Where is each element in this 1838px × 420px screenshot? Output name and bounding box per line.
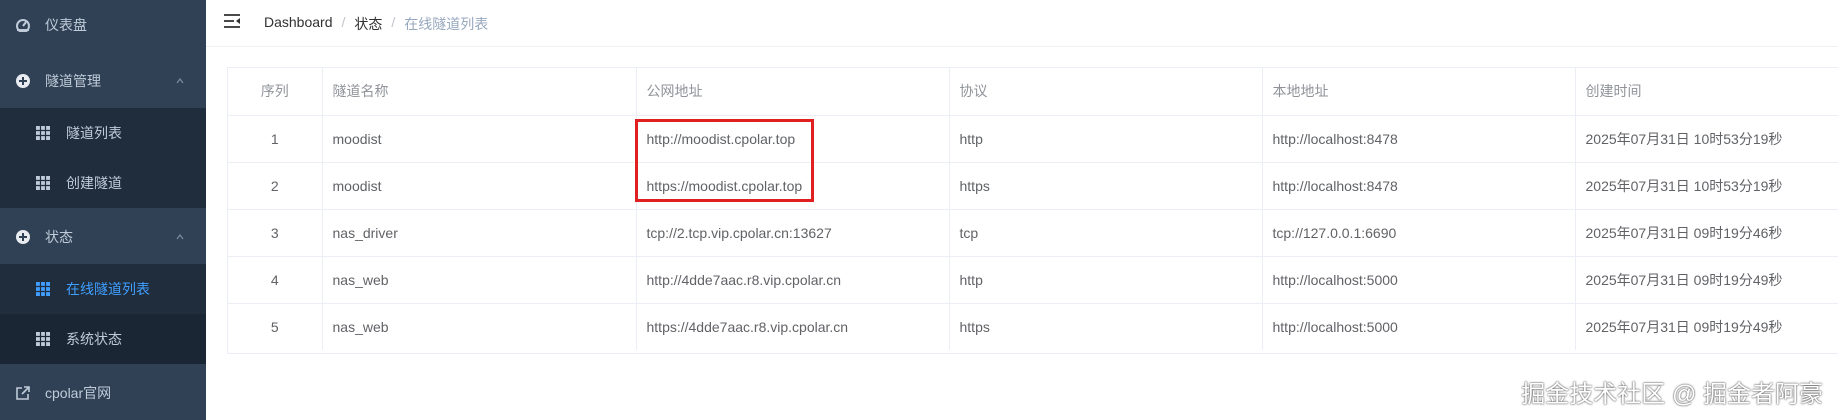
sidebar-item-create-tunnel[interactable]: 创建隧道 xyxy=(0,158,206,208)
cell-local-address: tcp://127.0.0.1:6690 xyxy=(1262,209,1576,257)
sidebar-item-system-status[interactable]: 系统状态 xyxy=(0,314,206,364)
cell-local-address: http://localhost:5000 xyxy=(1262,303,1576,350)
menu-fold-icon[interactable] xyxy=(223,13,241,29)
cell-created-time: 2025年07月31日 09时19分46秒 xyxy=(1575,209,1838,257)
cell-name: nas_driver xyxy=(322,209,637,257)
col-header-index: 序列 xyxy=(228,68,323,116)
cell-local-address: http://localhost:8478 xyxy=(1262,115,1576,163)
sidebar-item-label: 隧道列表 xyxy=(66,125,122,141)
sidebar-item-label: cpolar官网 xyxy=(45,385,112,401)
breadcrumb-separator: / xyxy=(341,14,346,30)
plus-circle-icon xyxy=(16,74,30,88)
cell-index: 4 xyxy=(228,256,323,304)
cell-index: 1 xyxy=(228,115,323,163)
sidebar-item-label: 仪表盘 xyxy=(45,17,87,33)
sidebar-item-label: 隧道管理 xyxy=(45,73,101,89)
cell-protocol: tcp xyxy=(949,209,1263,257)
chevron-up-icon xyxy=(176,78,184,84)
sidebar-item-tunnel-management[interactable]: 隧道管理 xyxy=(0,56,206,106)
sidebar-item-cpolar-website[interactable]: cpolar官网 xyxy=(0,368,206,418)
col-header-protocol: 协议 xyxy=(949,68,1263,116)
cell-created-time: 2025年07月31日 09时19分49秒 xyxy=(1575,256,1838,304)
watermark: 掘金技术社区 @ 掘金者阿豪 xyxy=(1521,381,1823,408)
cell-protocol: http xyxy=(949,256,1263,304)
plus-circle-icon xyxy=(16,230,30,244)
table-row: 5 nas_web https://4dde7aac.r8.vip.cpolar… xyxy=(228,303,1838,350)
cell-protocol: https xyxy=(949,162,1263,210)
sidebar-item-tunnel-list[interactable]: 隧道列表 xyxy=(0,108,206,158)
sidebar-item-status[interactable]: 状态 xyxy=(0,212,206,262)
cell-local-address: http://localhost:8478 xyxy=(1262,162,1576,210)
grid-icon xyxy=(36,332,50,346)
top-navbar: Dashboard / 状态 / 在线隧道列表 xyxy=(206,0,1838,47)
cell-protocol: https xyxy=(949,303,1263,350)
grid-icon xyxy=(36,282,50,296)
breadcrumb: Dashboard / 状态 / 在线隧道列表 xyxy=(264,14,488,34)
breadcrumb-current: 在线隧道列表 xyxy=(404,16,489,32)
sidebar-item-label: 创建隧道 xyxy=(66,175,122,191)
table-header-row: 序列 隧道名称 公网地址 协议 本地地址 创建时间 xyxy=(228,68,1838,116)
cell-index: 3 xyxy=(228,209,323,257)
cell-created-time: 2025年07月31日 10时53分19秒 xyxy=(1575,162,1838,210)
grid-icon xyxy=(36,126,50,140)
sidebar-item-online-tunnels[interactable]: 在线隧道列表 xyxy=(0,264,206,314)
table-row: 4 nas_web http://4dde7aac.r8.vip.cpolar.… xyxy=(228,256,1838,304)
cell-index: 5 xyxy=(228,303,323,350)
cell-name: nas_web xyxy=(322,256,637,304)
breadcrumb-dashboard[interactable]: Dashboard xyxy=(264,14,333,34)
highlight-annotation-box xyxy=(635,119,814,202)
cell-created-time: 2025年07月31日 10时53分19秒 xyxy=(1575,115,1838,163)
breadcrumb-separator: / xyxy=(391,14,396,30)
external-link-icon xyxy=(16,386,30,400)
col-header-name: 隧道名称 xyxy=(322,68,637,116)
table-row: 3 nas_driver tcp://2.tcp.vip.cpolar.cn:1… xyxy=(228,209,1838,257)
sidebar-item-label: 状态 xyxy=(45,229,73,245)
cell-name: moodist xyxy=(322,162,637,210)
cell-index: 2 xyxy=(228,162,323,210)
col-header-local-address: 本地地址 xyxy=(1262,68,1576,116)
col-header-created-time: 创建时间 xyxy=(1575,68,1838,116)
cell-name: nas_web xyxy=(322,303,637,350)
col-header-public-url: 公网地址 xyxy=(636,68,950,116)
chevron-up-icon xyxy=(176,234,184,240)
cell-protocol: http xyxy=(949,115,1263,163)
cell-local-address: http://localhost:5000 xyxy=(1262,256,1576,304)
cell-created-time: 2025年07月31日 09时19分49秒 xyxy=(1575,303,1838,350)
cell-public-url: https://4dde7aac.r8.vip.cpolar.cn xyxy=(636,303,950,350)
grid-icon xyxy=(36,176,50,190)
sidebar: 仪表盘 隧道管理 隧道列表 创建隧道 状态 在线隧道列表 系统状态 cpolar… xyxy=(0,0,206,420)
breadcrumb-status[interactable]: 状态 xyxy=(354,14,382,34)
cell-public-url: http://4dde7aac.r8.vip.cpolar.cn xyxy=(636,256,950,304)
sidebar-item-dashboard[interactable]: 仪表盘 xyxy=(0,0,206,50)
dashboard-icon xyxy=(16,19,30,32)
table-row: 1 moodist http://moodist.cpolar.top http… xyxy=(228,115,1838,163)
table-row: 2 moodist https://moodist.cpolar.top htt… xyxy=(228,162,1838,210)
cell-name: moodist xyxy=(322,115,637,163)
cell-public-url: tcp://2.tcp.vip.cpolar.cn:13627 xyxy=(636,209,950,257)
sidebar-item-label: 系统状态 xyxy=(66,331,122,347)
sidebar-item-label: 在线隧道列表 xyxy=(66,281,150,297)
tunnel-table: 序列 隧道名称 公网地址 协议 本地地址 创建时间 1 moodist http… xyxy=(227,67,1838,354)
